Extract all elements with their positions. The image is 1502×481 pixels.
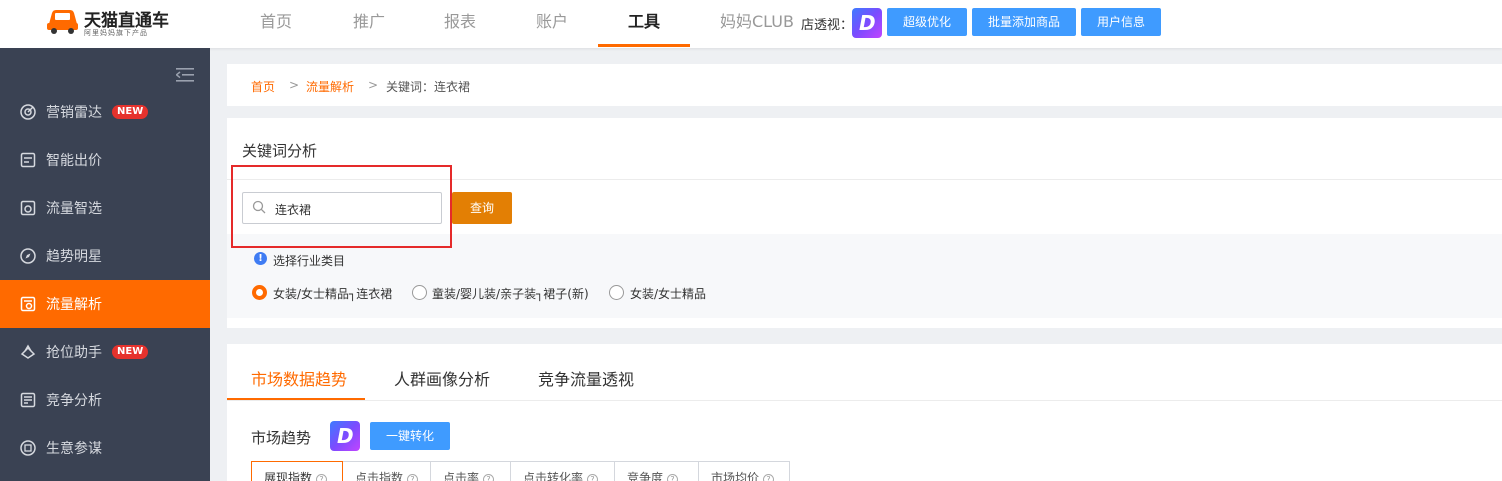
collapse-menu-icon[interactable] <box>176 68 194 82</box>
tab-divider <box>227 400 1502 401</box>
user-info-button[interactable]: 用户信息 <box>1081 8 1161 36</box>
metric-ctr[interactable]: 点击率? <box>431 462 511 481</box>
category-radio-dress[interactable] <box>252 285 267 300</box>
logo-subtitle: 阿里妈妈旗下产品 <box>84 29 148 37</box>
category-option-label[interactable]: 童装/婴儿装/亲子装┐裙子(新) <box>432 285 589 302</box>
metric-avg-price[interactable]: 市场均价? <box>699 462 790 481</box>
search-highlight-box <box>231 165 452 248</box>
super-optimize-button[interactable]: 超级优化 <box>887 8 967 36</box>
sidebar-item-label: 抢位助手 <box>46 345 102 361</box>
query-button[interactable]: 查询 <box>452 192 512 224</box>
sidebar-item-label: 流量智选 <box>46 201 102 217</box>
nav-promotion[interactable]: 推广 <box>353 0 385 48</box>
compass-icon <box>20 248 36 264</box>
nav-tools[interactable]: 工具 <box>628 0 660 48</box>
category-radio-womenswear[interactable] <box>609 285 624 300</box>
sidebar-item-label: 智能出价 <box>46 153 102 169</box>
new-badge: NEW <box>112 105 149 119</box>
breadcrumb-home[interactable]: 首页 <box>251 78 275 95</box>
info-icon: ! <box>254 252 267 265</box>
metric-competition[interactable]: 竞争度? <box>615 462 699 481</box>
top-nav-bar: 天猫直通车 阿里妈妈旗下产品 首页 推广 报表 账户 工具 妈妈CLUB 店透视… <box>0 0 1502 48</box>
category-radio-kids-skirt[interactable] <box>412 285 427 300</box>
car-logo-icon <box>47 10 78 34</box>
sidebar: 营销雷达 NEW 智能出价 流量智选 趋势明星 流量解析 抢位助手 NEW 竞争… <box>0 48 210 481</box>
help-icon: ? <box>316 474 328 481</box>
store-insight-d-icon[interactable]: D <box>852 8 882 38</box>
sidebar-item-label: 生意参谋 <box>46 441 102 457</box>
keyword-analysis-panel: 关键词分析 连衣裙 查询 ! 选择行业类目 女装/女士精品┐连衣裙 童装/婴儿装… <box>227 118 1502 328</box>
one-click-convert-button[interactable]: 一键转化 <box>370 422 450 450</box>
sidebar-item-business-advisor[interactable]: 生意参谋 <box>0 424 210 472</box>
position-helper-icon <box>20 344 36 359</box>
market-d-icon[interactable]: D <box>330 421 360 451</box>
help-icon: ? <box>483 474 495 481</box>
batch-add-products-button[interactable]: 批量添加商品 <box>972 8 1076 36</box>
store-insight-label: 店透视： <box>801 18 854 33</box>
tab-market-trend[interactable]: 市场数据趋势 <box>251 366 347 390</box>
sidebar-item-trend-star[interactable]: 趋势明星 <box>0 232 210 280</box>
sidebar-item-competition-analysis[interactable]: 竞争分析 <box>0 376 210 424</box>
traffic-select-icon <box>20 200 36 216</box>
sidebar-item-label: 竞争分析 <box>46 393 102 409</box>
breadcrumb-traffic-analysis[interactable]: 流量解析 <box>306 78 354 95</box>
traffic-analysis-icon <box>20 296 36 312</box>
breadcrumb-separator: > <box>368 78 379 92</box>
tab-active-indicator <box>227 398 365 400</box>
breadcrumb-current: 关键词：连衣裙 <box>386 80 471 94</box>
metric-clicks[interactable]: 点击指数? <box>343 462 431 481</box>
category-option-label[interactable]: 女装/女士精品 <box>630 285 706 302</box>
metric-impressions[interactable]: 展现指数? <box>251 461 343 481</box>
bid-icon <box>20 152 36 168</box>
market-trend-title: 市场趋势 <box>251 429 312 447</box>
nav-reports[interactable]: 报表 <box>444 0 476 48</box>
keyword-analysis-title: 关键词分析 <box>242 142 318 160</box>
market-analysis-panel: 市场数据趋势 人群画像分析 竞争流量透视 市场趋势 D 一键转化 展现指数? 点… <box>227 344 1502 481</box>
nav-home[interactable]: 首页 <box>260 0 292 48</box>
sidebar-item-label: 趋势明星 <box>46 249 102 265</box>
logo[interactable]: 天猫直通车 阿里妈妈旗下产品 <box>46 6 196 42</box>
tab-competition-traffic[interactable]: 竞争流量透视 <box>538 366 634 390</box>
business-advisor-icon <box>20 440 36 456</box>
sidebar-item-smart-bidding[interactable]: 智能出价 <box>0 136 210 184</box>
help-icon: ? <box>763 474 775 481</box>
category-label: 选择行业类目 <box>273 254 346 268</box>
sidebar-item-position-helper[interactable]: 抢位助手 NEW <box>0 328 210 376</box>
sidebar-item-label: 流量解析 <box>46 297 102 313</box>
tab-crowd-profile[interactable]: 人群画像分析 <box>394 366 490 390</box>
competition-icon <box>20 392 36 408</box>
radar-icon <box>20 104 36 120</box>
sidebar-item-label: 营销雷达 <box>46 105 102 121</box>
sidebar-item-marketing-radar[interactable]: 营销雷达 NEW <box>0 88 210 136</box>
metric-conversion-rate[interactable]: 点击转化率? <box>511 462 615 481</box>
metric-tabs: 展现指数? 点击指数? 点击率? 点击转化率? 竞争度? 市场均价? <box>251 461 790 481</box>
new-badge: NEW <box>112 345 149 359</box>
help-icon: ? <box>587 474 599 481</box>
sidebar-item-traffic-analysis[interactable]: 流量解析 <box>0 280 210 328</box>
breadcrumb-separator: > <box>289 78 300 92</box>
help-icon: ? <box>667 474 679 481</box>
sidebar-item-traffic-select[interactable]: 流量智选 <box>0 184 210 232</box>
nav-mama-club[interactable]: 妈妈CLUB <box>720 0 794 48</box>
nav-account[interactable]: 账户 <box>536 0 568 48</box>
help-icon: ? <box>407 474 419 481</box>
breadcrumb: 首页 > 流量解析 > 关键词：连衣裙 <box>227 64 1502 106</box>
category-option-label[interactable]: 女装/女士精品┐连衣裙 <box>273 285 392 302</box>
nav-active-indicator <box>598 44 690 47</box>
